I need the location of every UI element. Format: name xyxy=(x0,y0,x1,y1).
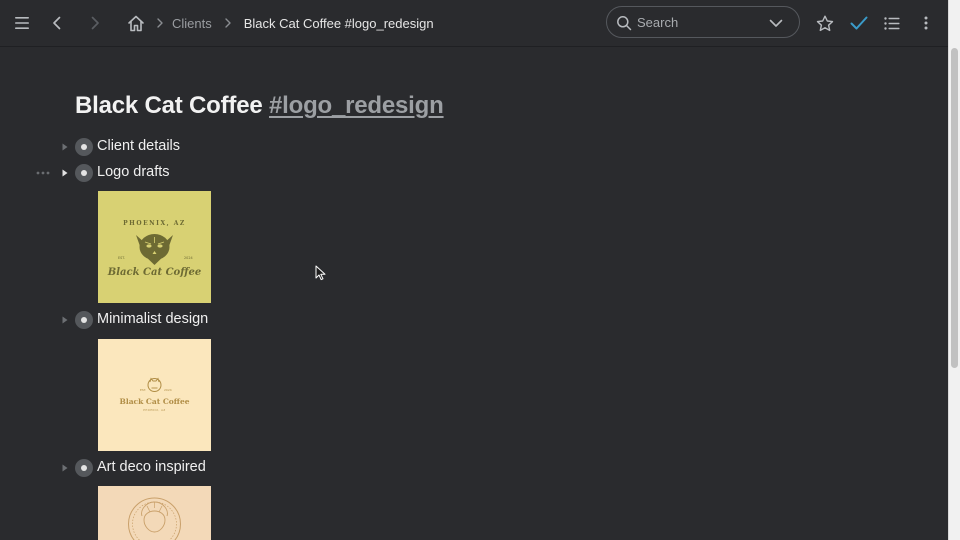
page-title-tag-link[interactable]: #logo_redesign xyxy=(269,92,444,119)
logo-draft-image[interactable]: PHOENIX, AZ EST. 2024 Black Cat Coffee xyxy=(98,191,211,303)
collapse-triangle-icon[interactable] xyxy=(60,168,70,178)
list-item-label[interactable]: Art deco inspired xyxy=(97,459,206,475)
page-title[interactable]: Black Cat Coffee #logo_redesign xyxy=(75,92,444,120)
star-icon[interactable] xyxy=(810,8,840,38)
art-deco-image[interactable] xyxy=(98,486,211,540)
list-icon[interactable] xyxy=(877,8,907,38)
scrollbar-thumb[interactable] xyxy=(951,48,958,368)
wordmark: Black Cat Coffee xyxy=(107,267,201,278)
search-input[interactable] xyxy=(637,12,767,32)
list-item-label[interactable]: Minimalist design xyxy=(97,311,208,327)
forward-chevron-right-icon[interactable] xyxy=(80,8,110,38)
bullet-point[interactable] xyxy=(75,164,93,182)
mouse-cursor-icon xyxy=(315,265,326,281)
breadcrumb: Clients Black Cat Coffee #logo_redesign xyxy=(124,0,434,46)
hamburger-menu-icon[interactable] xyxy=(7,8,37,38)
expand-triangle-icon[interactable] xyxy=(60,315,70,325)
checkmark-icon[interactable] xyxy=(844,8,874,38)
breadcrumb-current-page[interactable]: Black Cat Coffee #logo_redesign xyxy=(244,16,434,31)
wordmark: Black Cat Coffee xyxy=(120,397,190,406)
bullet-point[interactable] xyxy=(75,138,93,156)
app-window: Clients Black Cat Coffee #logo_redesign xyxy=(0,0,960,540)
expand-triangle-icon[interactable] xyxy=(60,142,70,152)
drag-handle-icon[interactable] xyxy=(36,170,52,176)
top-toolbar: Clients Black Cat Coffee #logo_redesign xyxy=(0,0,948,47)
breadcrumb-separator-icon xyxy=(216,11,240,35)
list-item-label[interactable]: Client details xyxy=(97,138,180,154)
back-chevron-left-icon[interactable] xyxy=(42,8,72,38)
search-box[interactable] xyxy=(606,6,800,38)
est-label: EST. xyxy=(140,388,146,392)
year-label: 2024 xyxy=(164,388,172,392)
bullet-point[interactable] xyxy=(75,311,93,329)
subline: PHOENIX, AZ xyxy=(143,408,165,412)
chevron-down-icon[interactable] xyxy=(769,16,783,30)
year-label: 2024 xyxy=(184,256,193,260)
arc-text: PHOENIX, AZ xyxy=(123,220,186,227)
page-title-text: Black Cat Coffee xyxy=(75,92,269,119)
bullet-point[interactable] xyxy=(75,459,93,477)
image-background xyxy=(98,339,211,451)
search-icon xyxy=(617,16,632,31)
minimalist-design-image[interactable]: EST. 2024 Black Cat Coffee PHOENIX, AZ xyxy=(98,339,211,451)
more-vertical-icon[interactable] xyxy=(911,8,941,38)
expand-triangle-icon[interactable] xyxy=(60,463,70,473)
breadcrumb-clients[interactable]: Clients xyxy=(172,16,212,31)
est-label: EST. xyxy=(118,256,125,260)
home-icon[interactable] xyxy=(124,11,148,35)
list-item-label[interactable]: Logo drafts xyxy=(97,164,170,180)
breadcrumb-separator-icon xyxy=(148,11,172,35)
